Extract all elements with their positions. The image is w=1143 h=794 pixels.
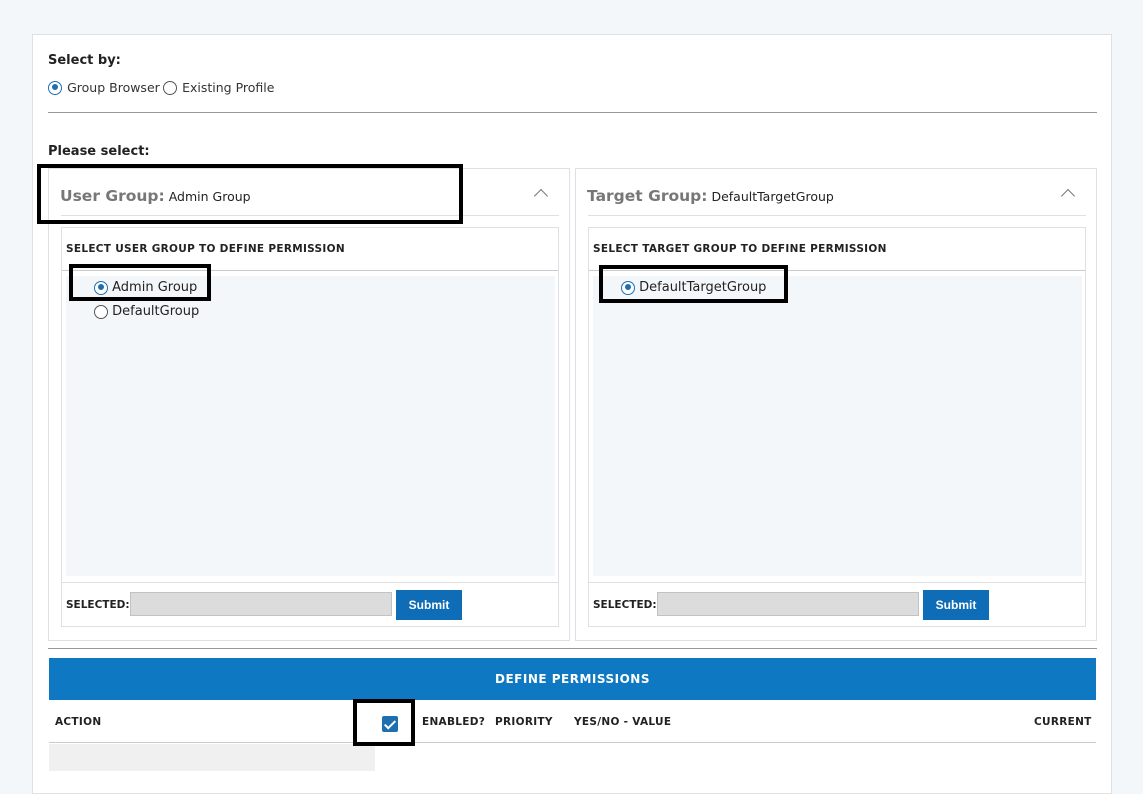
highlight-box-default-target-group: [599, 265, 788, 303]
table-row: [49, 744, 375, 771]
panel-header-rule: [588, 215, 1086, 216]
select-by-label: Select by:: [48, 53, 121, 68]
target-group-submit-button[interactable]: Submit: [923, 590, 989, 620]
divider: [48, 112, 1097, 113]
radio-group-browser[interactable]: Group Browser: [48, 77, 160, 96]
footer-rule: [62, 582, 558, 583]
divider: [48, 648, 1097, 649]
user-group-selected-label: SELECTED:: [66, 599, 130, 611]
target-group-title: Target Group: DefaultTargetGroup: [587, 187, 834, 205]
highlight-box-select-all: [353, 699, 415, 746]
radio-icon-checked: [48, 80, 62, 95]
table-header-rule: [49, 742, 1096, 743]
target-group-list: [593, 276, 1082, 576]
radio-label-group-browser: Group Browser: [67, 80, 160, 95]
footer-rule: [589, 582, 1085, 583]
target-group-panel: Target Group: DefaultTargetGroup SELECT T…: [575, 168, 1097, 641]
user-group-list: [66, 276, 555, 576]
user-group-section-header: SELECT USER GROUP TO DEFINE PERMISSION: [66, 243, 345, 255]
highlight-box-user-group: [37, 164, 463, 224]
radio-icon-unchecked: [94, 304, 108, 319]
column-value: YES/NO - VALUE: [574, 716, 672, 728]
radio-icon-unchecked: [163, 80, 177, 95]
user-group-submit-button[interactable]: Submit: [396, 590, 462, 620]
target-group-selected-label: SELECTED:: [593, 599, 657, 611]
column-priority: PRIORITY: [495, 716, 553, 728]
target-group-section-header: SELECT TARGET GROUP TO DEFINE PERMISSION: [593, 243, 887, 255]
column-current: CURRENT: [1034, 716, 1092, 728]
radio-label-existing-profile: Existing Profile: [182, 80, 275, 95]
user-group-selected-input[interactable]: [130, 592, 392, 616]
please-select-label: Please select:: [48, 144, 150, 159]
column-action: ACTION: [55, 716, 102, 728]
list-item-default-group[interactable]: DefaultGroup: [94, 304, 199, 319]
target-group-selected-input[interactable]: [657, 592, 919, 616]
target-group-value: DefaultTargetGroup: [711, 189, 834, 204]
user-group-panel: User Group: Admin Group SELECT USER GROUP…: [48, 168, 570, 641]
define-permissions-header: DEFINE PERMISSIONS: [49, 658, 1096, 700]
column-enabled: ENABLED?: [422, 716, 486, 728]
chevron-up-icon[interactable]: [533, 188, 549, 204]
highlight-box-admin-group: [69, 264, 211, 301]
radio-existing-profile[interactable]: Existing Profile: [163, 77, 274, 96]
chevron-up-icon[interactable]: [1060, 188, 1076, 204]
